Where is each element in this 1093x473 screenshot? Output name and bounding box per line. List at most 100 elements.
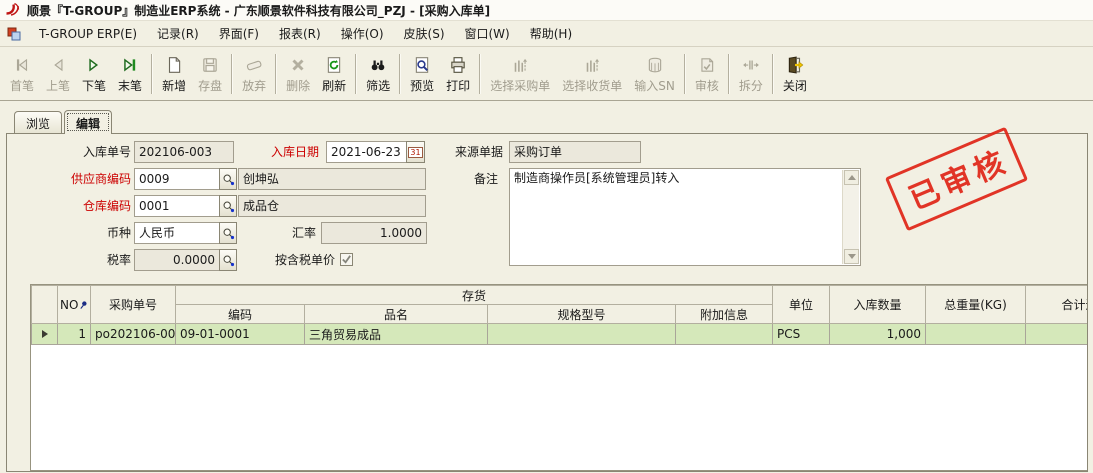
table-row[interactable]: 1 po202106-004 09-01-0001 三角贸易成品 PCS 1,0… [32,324,1088,345]
filter-button[interactable]: 筛选 [360,50,396,98]
delete-icon [289,55,307,75]
receipt-date-label: 入库日期 [237,141,319,163]
remark-scrollbar[interactable] [842,170,859,264]
col-header-unit[interactable]: 单位 [773,286,830,324]
currency-field[interactable]: 人民币 [134,222,220,244]
col-header-weight[interactable]: 总重量(KG) [926,286,1026,324]
warehouse-lookup-button[interactable] [219,195,237,217]
scroll-up-icon[interactable] [844,170,859,185]
check-icon [341,254,352,265]
split-button: 拆分 [733,50,769,98]
supplier-code-field[interactable]: 0009 [134,168,220,190]
currency-lookup-button[interactable] [219,222,237,244]
toolbar-separator [231,54,233,94]
cell-po[interactable]: po202106-004 [91,324,176,345]
currency-label: 币种 [27,222,131,244]
menu-report[interactable]: 报表(R) [269,21,331,46]
col-header-no[interactable]: NO [58,286,91,324]
delete-label: 删除 [286,77,310,94]
col-header-po[interactable]: 采购单号 [91,286,176,324]
date-picker-button[interactable]: 31 [406,141,425,163]
tax-rate-label: 税率 [27,249,131,271]
cell-unit[interactable]: PCS [773,324,830,345]
col-header-refund[interactable]: 合计退补 [1026,286,1087,324]
row-selector-header [32,286,58,324]
warehouse-code-label: 仓库编码 [27,195,131,217]
receipt-date-field[interactable]: 2021-06-23 [326,141,407,163]
scroll-down-icon[interactable] [844,249,859,264]
menu-help[interactable]: 帮助(H) [520,21,582,46]
menu-tgroup-erp[interactable]: T-GROUP ERP(E) [29,23,147,45]
preview-button[interactable]: 预览 [404,50,440,98]
next-record-label: 下笔 [82,77,106,94]
menu-skin[interactable]: 皮肤(S) [394,21,455,46]
print-icon [449,55,467,75]
remark-textarea[interactable]: 制造商操作员[系统管理员]转入 [509,168,861,266]
new-label: 新增 [162,77,186,94]
tab-edit-label: 编辑 [76,117,100,131]
col-header-extra[interactable]: 附加信息 [676,305,773,324]
col-header-inventory-group[interactable]: 存货 [176,286,773,305]
last-record-button[interactable]: 末笔 [112,50,148,98]
menu-interface[interactable]: 界面(F) [209,21,269,46]
supplier-name-field: 创坤弘 [238,168,426,190]
menu-record[interactable]: 记录(R) [147,21,209,46]
cell-extra[interactable] [676,324,773,345]
delete-button: 删除 [280,50,316,98]
toolbar-separator [684,54,686,94]
cell-name[interactable]: 三角贸易成品 [305,324,488,345]
new-icon [165,55,183,75]
cell-refund[interactable] [1026,324,1087,345]
form-icon [7,27,21,41]
select-receipt-note-button: 选择收货单 [556,50,628,98]
next-record-button[interactable]: 下笔 [76,50,112,98]
tab-strip: 浏览 编辑 [14,110,114,133]
preview-label: 预览 [410,77,434,94]
preview-icon [413,55,431,75]
cell-weight[interactable] [926,324,1026,345]
close-button[interactable]: 关闭 [777,50,813,98]
cell-no[interactable]: 1 [58,324,91,345]
tax-rate-field: 0.0000 [134,249,220,271]
cell-qty[interactable]: 1,000 [830,324,926,345]
new-button[interactable]: 新增 [156,50,192,98]
first-record-icon [13,55,31,75]
tax-included-checkbox[interactable] [340,253,353,266]
supplier-lookup-button[interactable] [219,168,237,190]
first-record-button: 首笔 [4,50,40,98]
col-header-spec[interactable]: 规格型号 [488,305,676,324]
toolbar-separator [479,54,481,94]
warehouse-code-field[interactable]: 0001 [134,195,220,217]
refresh-button[interactable]: 刷新 [316,50,352,98]
menu-window[interactable]: 窗口(W) [455,21,520,46]
prev-record-icon [49,55,67,75]
split-icon [742,55,760,75]
filter-label: 筛选 [366,77,390,94]
remark-text: 制造商操作员[系统管理员]转入 [514,171,679,185]
select-receipt-icon [582,55,602,75]
toolbar-separator [355,54,357,94]
menu-operation[interactable]: 操作(O) [331,21,394,46]
select-receipt-label: 选择收货单 [562,77,622,94]
approved-stamp: 已审核 [885,127,1028,232]
print-button[interactable]: 打印 [440,50,476,98]
close-label: 关闭 [783,77,807,94]
col-header-code[interactable]: 编码 [176,305,305,324]
approve-label: 审核 [695,77,719,94]
tax-rate-lookup-button[interactable] [219,249,237,271]
tab-browse[interactable]: 浏览 [14,111,62,133]
col-header-name[interactable]: 品名 [305,305,488,324]
toolbar-separator [399,54,401,94]
cell-spec[interactable] [488,324,676,345]
tab-edit[interactable]: 编辑 [64,110,112,134]
save-label: 存盘 [198,77,222,94]
select-purchase-order-button: 选择采购单 [484,50,556,98]
refresh-icon [325,55,343,75]
col-header-qty[interactable]: 入库数量 [830,286,926,324]
window-title: 顺景『T-GROUP』制造业ERP系统 - 广东顺景软件科技有限公司_PZJ -… [27,2,490,19]
receipt-no-field: 202106-003 [134,141,234,163]
save-button: 存盘 [192,50,228,98]
cell-code[interactable]: 09-01-0001 [176,324,305,345]
lookup-icon [222,173,235,186]
input-sn-icon [646,55,664,75]
